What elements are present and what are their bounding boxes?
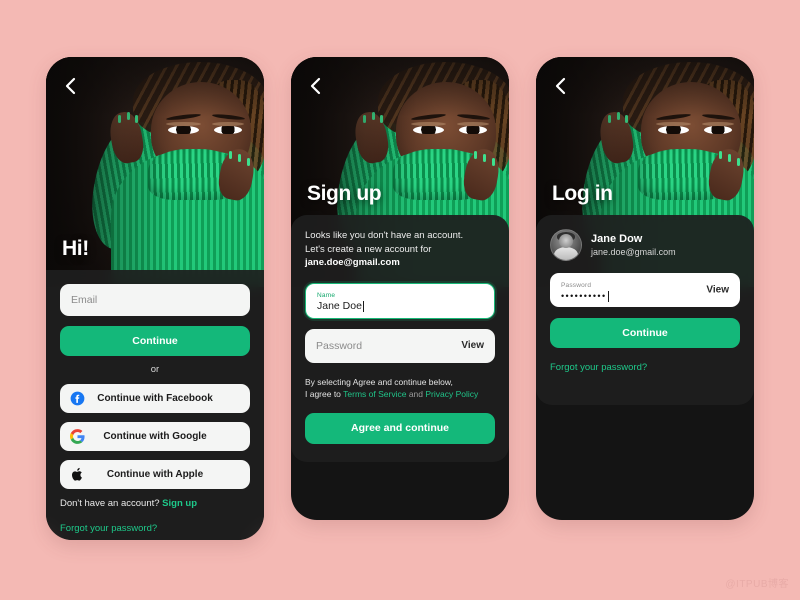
chevron-left-icon — [555, 77, 566, 95]
continue-with-apple-button[interactable]: Continue with Apple — [60, 460, 250, 489]
agree-and-continue-button[interactable]: Agree and continue — [305, 412, 495, 444]
watermark: @ITPUB博客 — [725, 579, 789, 590]
password-input[interactable]: Password View — [305, 328, 495, 363]
password-input-value: •••••••••• — [561, 290, 607, 301]
signup-prompt-row: Don't have an account? Sign up — [60, 498, 250, 509]
signup-intro-email: jane.doe@gmail.com — [305, 257, 400, 268]
chevron-left-icon — [310, 77, 321, 95]
apple-icon — [70, 467, 85, 482]
legal-text: By selecting Agree and continue below, I… — [305, 376, 495, 400]
signup-sheet: Looks like you don't have an account. Le… — [291, 215, 509, 462]
or-divider: or — [150, 364, 160, 375]
facebook-button-label: Continue with Facebook — [97, 393, 213, 404]
email-placeholder: Email — [71, 294, 98, 306]
legal-line1: By selecting Agree and continue below, — [305, 376, 453, 387]
password-input-label: Password — [561, 281, 592, 289]
text-caret — [362, 301, 364, 312]
signup-prompt-text: Don't have an account? — [60, 498, 160, 509]
page-title: Hi! — [62, 237, 89, 260]
text-caret — [607, 290, 609, 302]
signup-link[interactable]: Sign up — [162, 498, 197, 509]
password-view-toggle[interactable]: View — [706, 285, 729, 296]
signup-intro: Looks like you don't have an account. Le… — [305, 229, 495, 270]
email-input[interactable]: Email — [60, 284, 250, 316]
signup-intro-line1: Looks like you don't have an account. — [305, 230, 464, 241]
login-sheet: Jane Dow jane.doe@gmail.com Password •••… — [536, 215, 754, 405]
name-input-value: Jane Doe — [317, 300, 362, 312]
legal-line2: I agree to Terms of Service and Privacy … — [305, 388, 495, 400]
forgot-password-link[interactable]: Forgot your password? — [550, 362, 740, 373]
chevron-left-icon — [65, 77, 76, 95]
password-input[interactable]: Password •••••••••• View — [550, 273, 740, 307]
user-email: jane.doe@gmail.com — [591, 246, 676, 257]
page-title: Log in — [552, 182, 613, 205]
apple-button-label: Continue with Apple — [106, 469, 204, 480]
avatar — [550, 229, 582, 261]
back-button[interactable] — [550, 75, 572, 97]
google-button-label: Continue with Google — [103, 431, 207, 442]
privacy-policy-link[interactable]: Privacy Policy — [425, 389, 478, 399]
page-title: Sign up — [307, 182, 382, 205]
design-canvas: Hi! Email Continue or Continue with Face… — [0, 0, 800, 600]
continue-with-google-button[interactable]: Continue with Google — [60, 422, 250, 451]
user-identity: Jane Dow jane.doe@gmail.com — [591, 232, 676, 259]
legal-and: and — [408, 388, 423, 399]
signup-intro-line2: Let's create a new account for — [305, 243, 432, 255]
password-view-toggle[interactable]: View — [461, 340, 484, 351]
phone-mockup-signup: Sign up Looks like you don't have an acc… — [291, 57, 509, 520]
auth-sheet-welcome: Email Continue or Continue with Facebook — [46, 270, 264, 540]
google-icon — [70, 429, 85, 444]
phone-mockup-login: Log in Jane Dow jane.doe@gmail.com Passw… — [536, 57, 754, 520]
facebook-icon — [70, 391, 85, 406]
continue-with-facebook-button[interactable]: Continue with Facebook — [60, 384, 250, 413]
phone-mockup-welcome: Hi! Email Continue or Continue with Face… — [46, 57, 264, 540]
terms-of-service-link[interactable]: Terms of Service — [343, 389, 406, 399]
continue-button[interactable]: Continue — [60, 326, 250, 356]
back-button[interactable] — [60, 75, 82, 97]
user-account-row[interactable]: Jane Dow jane.doe@gmail.com — [550, 229, 740, 261]
name-input[interactable]: Name Jane Doe — [305, 282, 495, 319]
name-input-label: Name — [317, 292, 336, 299]
back-button[interactable] — [305, 75, 327, 97]
forgot-password-link[interactable]: Forgot your password? — [60, 523, 250, 534]
legal-prefix: I agree to — [305, 388, 341, 399]
password-placeholder: Password — [316, 339, 363, 352]
user-name: Jane Dow — [591, 232, 643, 245]
continue-button[interactable]: Continue — [550, 318, 740, 348]
